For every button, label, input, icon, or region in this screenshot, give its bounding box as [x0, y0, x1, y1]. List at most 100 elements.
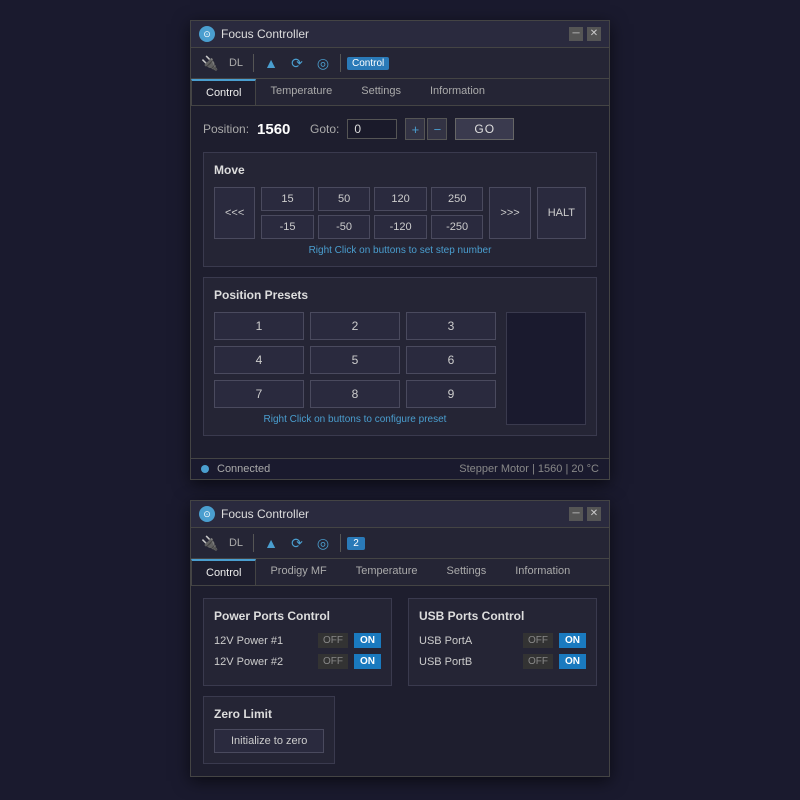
presets-layout: 1 2 3 4 5 6 7 8 9 Right Click on buttons…: [214, 312, 586, 425]
preset-8-button[interactable]: 8: [310, 380, 400, 408]
power-row-1: 12V Power #1 OFF ON: [214, 633, 381, 648]
separator-3: [253, 534, 254, 552]
up-icon-2[interactable]: ▲: [260, 532, 282, 554]
tab-information-2[interactable]: Information: [501, 559, 585, 585]
usb-row-a: USB PortA OFF ON: [419, 633, 586, 648]
usb-label-b: USB PortB: [419, 656, 517, 668]
preset-side-panel: [506, 312, 586, 425]
move-hint: Right Click on buttons to set step numbe…: [214, 245, 586, 256]
goto-label: Goto:: [310, 122, 339, 136]
tab-settings-2[interactable]: Settings: [432, 559, 501, 585]
power-label-1: 12V Power #1: [214, 635, 312, 647]
initialize-zero-button[interactable]: Initialize to zero: [214, 729, 324, 753]
move-title: Move: [214, 163, 586, 177]
usb-row-b: USB PortB OFF ON: [419, 654, 586, 669]
preset-5-button[interactable]: 5: [310, 346, 400, 374]
tab-prodigymf[interactable]: Prodigy MF: [256, 559, 341, 585]
power-label-2: 12V Power #2: [214, 656, 312, 668]
connect-icon-2[interactable]: 🔌: [199, 532, 221, 554]
zero-limit-section: Zero Limit Initialize to zero: [203, 696, 335, 764]
separator-2: [340, 54, 341, 72]
title-bar-2: ⊙ Focus Controller ─ ✕: [191, 501, 609, 528]
step-neg250-button[interactable]: -250: [431, 215, 484, 239]
position-value: 1560: [257, 121, 302, 138]
tab-temperature-2[interactable]: Temperature: [342, 559, 433, 585]
title-controls-2: ─ ✕: [569, 507, 601, 521]
step-neg50-button[interactable]: -50: [318, 215, 371, 239]
close-button-2[interactable]: ✕: [587, 507, 601, 521]
preset-3-button[interactable]: 3: [406, 312, 496, 340]
window-focus-controller-2: ⊙ Focus Controller ─ ✕ 🔌 DL ▲ ⟳ ◎ 2 Cont…: [190, 500, 610, 777]
preset-9-button[interactable]: 9: [406, 380, 496, 408]
usb-section: USB Ports Control USB PortA OFF ON USB P…: [408, 598, 597, 686]
close-button-1[interactable]: ✕: [587, 27, 601, 41]
power-usb-row: Power Ports Control 12V Power #1 OFF ON …: [203, 598, 597, 686]
step-neg120-button[interactable]: -120: [374, 215, 427, 239]
step-250-button[interactable]: 250: [431, 187, 484, 211]
usbb-on-button[interactable]: ON: [559, 654, 586, 669]
preset-6-button[interactable]: 6: [406, 346, 496, 374]
refresh-icon[interactable]: ⟳: [286, 52, 308, 74]
app-icon: ⊙: [199, 26, 215, 42]
usba-off-button[interactable]: OFF: [523, 633, 553, 648]
usb-label-a: USB PortA: [419, 635, 517, 647]
position-label: Position:: [203, 122, 249, 136]
refresh-icon-2[interactable]: ⟳: [286, 532, 308, 554]
app-icon-2: ⊙: [199, 506, 215, 522]
power-row-2: 12V Power #2 OFF ON: [214, 654, 381, 669]
move-right-button[interactable]: >>>: [489, 187, 530, 239]
preset-4-button[interactable]: 4: [214, 346, 304, 374]
step-neg15-button[interactable]: -15: [261, 215, 314, 239]
power2-off-button[interactable]: OFF: [318, 654, 348, 669]
target-icon-2[interactable]: ◎: [312, 532, 334, 554]
badge-1: Control: [347, 57, 389, 70]
badge-2: 2: [347, 537, 365, 550]
preset-7-button[interactable]: 7: [214, 380, 304, 408]
minimize-button-1[interactable]: ─: [569, 27, 583, 41]
usba-on-button[interactable]: ON: [559, 633, 586, 648]
status-info: Stepper Motor | 1560 | 20 °C: [459, 463, 599, 475]
window-title-1: Focus Controller: [221, 27, 309, 41]
up-icon[interactable]: ▲: [260, 52, 282, 74]
minimize-button-2[interactable]: ─: [569, 507, 583, 521]
window-focus-controller-1: ⊙ Focus Controller ─ ✕ 🔌 DL ▲ ⟳ ◎ Contro…: [190, 20, 610, 480]
increment-button[interactable]: +: [405, 118, 425, 140]
decrement-button[interactable]: −: [427, 118, 447, 140]
move-center: 15 50 120 250 -15 -50 -120 -250: [261, 187, 483, 239]
power1-off-button[interactable]: OFF: [318, 633, 348, 648]
title-bar-1: ⊙ Focus Controller ─ ✕: [191, 21, 609, 48]
settings-icon-2[interactable]: DL: [225, 532, 247, 554]
halt-side: HALT: [537, 187, 586, 239]
content-area-1: Position: 1560 Goto: + − GO Move <<< 15 …: [191, 106, 609, 458]
tab-control-1[interactable]: Control: [191, 79, 256, 105]
move-left-button[interactable]: <<<: [214, 187, 255, 239]
content-area-2: Power Ports Control 12V Power #1 OFF ON …: [191, 586, 609, 776]
target-icon[interactable]: ◎: [312, 52, 334, 74]
title-controls: ─ ✕: [569, 27, 601, 41]
tab-information-1[interactable]: Information: [416, 79, 500, 105]
power2-on-button[interactable]: ON: [354, 654, 381, 669]
step-50-button[interactable]: 50: [318, 187, 371, 211]
preset-2-button[interactable]: 2: [310, 312, 400, 340]
settings-icon[interactable]: DL: [225, 52, 247, 74]
halt-button[interactable]: HALT: [537, 187, 586, 239]
connected-label: Connected: [217, 463, 270, 475]
step-120-button[interactable]: 120: [374, 187, 427, 211]
separator-1: [253, 54, 254, 72]
tab-temperature-1[interactable]: Temperature: [256, 79, 347, 105]
separator-4: [340, 534, 341, 552]
goto-input[interactable]: [347, 119, 397, 139]
usbb-off-button[interactable]: OFF: [523, 654, 553, 669]
preset-1-button[interactable]: 1: [214, 312, 304, 340]
go-button[interactable]: GO: [455, 118, 514, 140]
power-section: Power Ports Control 12V Power #1 OFF ON …: [203, 598, 392, 686]
title-bar-left: ⊙ Focus Controller: [199, 26, 309, 42]
tab-bar-1: Control Temperature Settings Information: [191, 79, 609, 106]
zero-title: Zero Limit: [214, 707, 324, 721]
tab-settings-1[interactable]: Settings: [347, 79, 416, 105]
connect-icon[interactable]: 🔌: [199, 52, 221, 74]
step-15-button[interactable]: 15: [261, 187, 314, 211]
power1-on-button[interactable]: ON: [354, 633, 381, 648]
title-bar-left-2: ⊙ Focus Controller: [199, 506, 309, 522]
tab-control-2[interactable]: Control: [191, 559, 256, 585]
